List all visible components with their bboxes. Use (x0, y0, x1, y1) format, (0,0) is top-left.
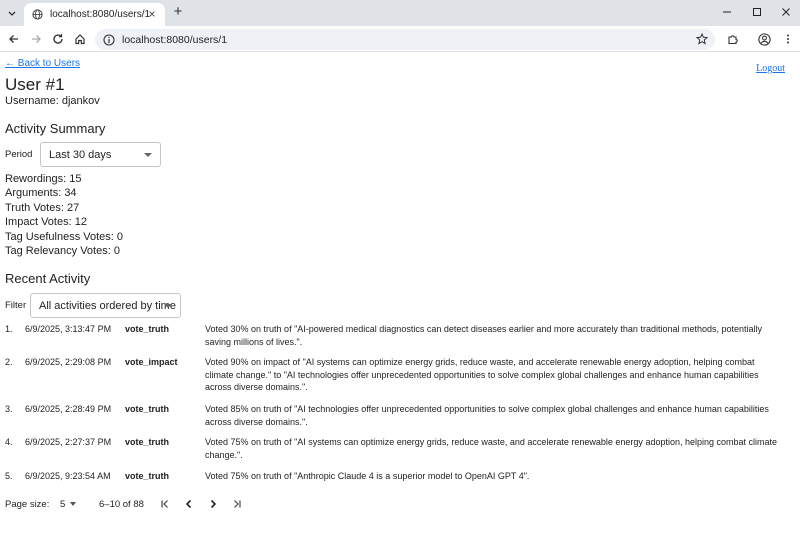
row-type: vote_truth (125, 471, 170, 481)
close-tab-icon[interactable]: × (146, 8, 158, 20)
period-select[interactable]: Last 30 days (40, 142, 161, 167)
stat-tag-usefulness-votes: Tag Usefulness Votes: 0 (5, 231, 124, 243)
row-type: vote_truth (125, 437, 170, 447)
forward-arrow-icon[interactable] (28, 31, 44, 47)
chevron-down-icon (164, 304, 172, 308)
row-description: Voted 30% on truth of "AI-powered medica… (205, 324, 763, 347)
row-timestamp: 6/9/2025, 2:29:08 PM (25, 357, 112, 367)
tab-search-icon[interactable] (6, 6, 18, 18)
period-label: Period (5, 149, 33, 160)
row-description: Voted 75% on truth of "Anthropic Claude … (205, 471, 530, 481)
address-bar[interactable]: localhost:8080/users/1 (95, 29, 715, 50)
page-size-label: Page size: (5, 499, 50, 510)
stat-tag-relevancy-votes: Tag Relevancy Votes: 0 (5, 245, 120, 257)
username-label: Username: (5, 95, 59, 107)
row-number: 3. (5, 404, 13, 414)
filter-select-value: All activities ordered by time (39, 299, 176, 312)
first-page-icon[interactable] (157, 496, 173, 512)
browser-tab-bar: localhost:8080/users/1 × + (0, 0, 800, 26)
minimize-icon[interactable] (717, 4, 737, 20)
new-tab-icon[interactable]: + (171, 4, 185, 19)
next-page-icon[interactable] (205, 496, 221, 512)
page-size-value: 5 (60, 499, 66, 510)
row-timestamp: 6/9/2025, 9:23:54 AM (25, 471, 111, 481)
page-size-select[interactable]: 5 (60, 499, 77, 510)
page-title: User #1 (5, 75, 65, 94)
filter-select[interactable]: All activities ordered by time (30, 293, 181, 318)
period-select-value: Last 30 days (49, 148, 112, 161)
recent-activity-heading: Recent Activity (5, 271, 91, 286)
username-line: Username: djankov (5, 95, 100, 107)
row-number: 2. (5, 357, 13, 367)
stat-arguments: Arguments: 34 (5, 187, 77, 199)
stat-truth-votes: Truth Votes: 27 (5, 202, 80, 214)
home-icon[interactable] (72, 31, 88, 47)
tab-title: localhost:8080/users/1 (50, 9, 151, 20)
row-description: Voted 85% on truth of "AI technologies o… (205, 404, 769, 427)
row-timestamp: 6/9/2025, 2:28:49 PM (25, 404, 112, 414)
logout-link[interactable]: Logout (756, 63, 785, 74)
bookmark-star-icon[interactable] (695, 32, 709, 45)
stat-rewordings: Rewordings: 15 (5, 173, 82, 185)
row-description: Voted 90% on impact of "AI systems can o… (205, 357, 759, 392)
last-page-icon[interactable] (229, 496, 245, 512)
filter-label: Filter (5, 300, 27, 311)
page-content: ← Back to Users Logout User #1 Username:… (0, 53, 800, 552)
address-text: localhost:8080/users/1 (122, 33, 228, 46)
activity-summary-heading: Activity Summary (5, 121, 106, 136)
globe-icon (32, 9, 43, 20)
back-to-users-link[interactable]: ← Back to Users (5, 58, 80, 69)
row-type: vote_truth (125, 324, 170, 334)
browser-toolbar: localhost:8080/users/1 (0, 26, 800, 52)
profile-icon[interactable] (756, 31, 772, 47)
pagination: Page size: 5 6–10 of 88 (0, 495, 800, 515)
extensions-icon[interactable] (725, 31, 741, 47)
chevron-down-icon (144, 153, 152, 157)
row-number: 1. (5, 324, 13, 334)
site-info-icon[interactable] (103, 33, 115, 46)
row-number: 5. (5, 471, 13, 481)
row-timestamp: 6/9/2025, 3:13:47 PM (25, 324, 112, 334)
browser-tab[interactable]: localhost:8080/users/1 × (24, 3, 165, 26)
stat-impact-votes: Impact Votes: 12 (5, 216, 87, 228)
browser-menu-icon[interactable] (780, 31, 796, 47)
row-type: vote_truth (125, 404, 170, 414)
chevron-down-icon (70, 502, 77, 507)
pagination-range: 6–10 of 88 (99, 499, 144, 510)
reload-icon[interactable] (50, 31, 66, 47)
row-description: Voted 75% on truth of "AI systems can op… (205, 437, 778, 460)
row-number: 4. (5, 437, 13, 447)
username-value: djankov (61, 95, 100, 107)
previous-page-icon[interactable] (181, 496, 197, 512)
row-type: vote_impact (125, 357, 178, 367)
back-arrow-icon[interactable] (6, 31, 22, 47)
window-close-icon[interactable] (776, 4, 796, 20)
row-timestamp: 6/9/2025, 2:27:37 PM (25, 437, 112, 447)
maximize-icon[interactable] (747, 4, 767, 20)
